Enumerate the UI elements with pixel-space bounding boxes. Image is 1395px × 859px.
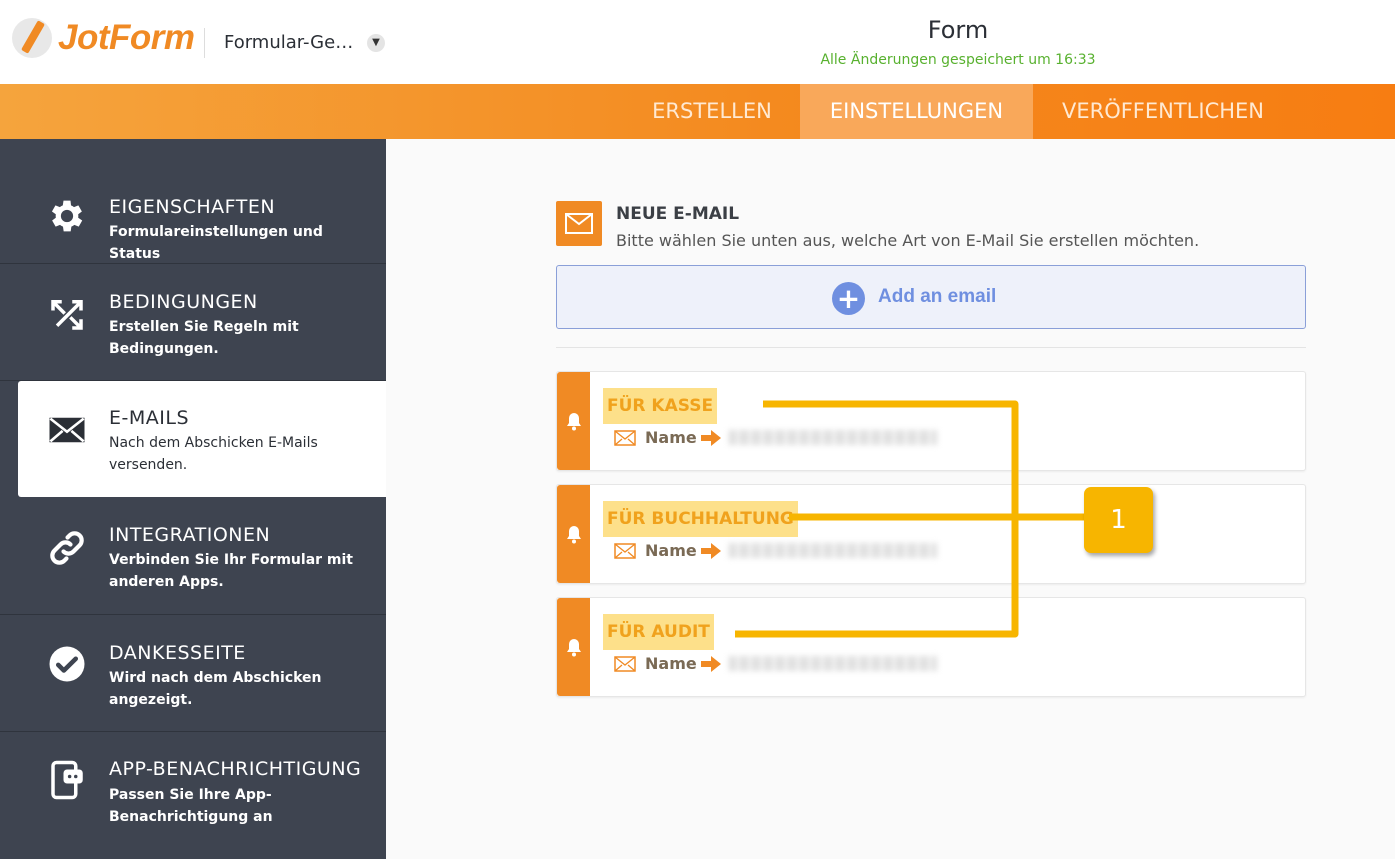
conditions-icon (51, 300, 83, 330)
sidebar-item-app-benachrichtigung[interactable]: APP-BENACHRICHTIGUNG Passen Sie Ihre App… (0, 732, 386, 859)
logo-pencil-icon (12, 18, 52, 58)
settings-sidebar: EIGENSCHAFTEN Formulareinstellungen und … (0, 139, 386, 859)
sidebar-item-desc: Verbinden Sie Ihr Formular mit anderen A… (109, 552, 353, 590)
sidebar-item-integrationen[interactable]: INTEGRATIONEN Verbinden Sie Ihr Formular… (0, 497, 386, 615)
sidebar-item-bedingungen[interactable]: BEDINGUNGEN Erstellen Sie Regeln mit Bed… (0, 264, 386, 381)
top-header: JotForm Formular-Ge… ▼ Form Alle Änderun… (0, 0, 1395, 84)
email-title[interactable]: FÜR BUCHHALTUNG (603, 501, 798, 537)
divider (556, 347, 1306, 348)
mail-icon (614, 543, 636, 559)
new-email-subtitle: Bitte wählen Sie unten aus, welche Art v… (616, 231, 1200, 250)
jotform-logo[interactable]: JotForm (12, 18, 195, 58)
arrow-right-icon (701, 543, 721, 559)
envelope-icon (49, 417, 85, 443)
tab-einstellungen[interactable]: EINSTELLUNGEN (800, 84, 1033, 139)
email-title[interactable]: FÜR AUDIT (603, 614, 714, 650)
sidebar-item-emails[interactable]: E-MAILS Nach dem Abschicken E-Mails vers… (18, 381, 386, 497)
email-recipient-redacted (729, 543, 937, 558)
main-nav: ERSTELLEN EINSTELLUNGEN VERÖFFENTLICHEN (0, 84, 1395, 139)
sidebar-item-eigenschaften[interactable]: EIGENSCHAFTEN Formulareinstellungen und … (0, 139, 386, 264)
chevron-down-icon[interactable]: ▼ (367, 34, 385, 52)
bell-icon (567, 639, 581, 657)
new-email-title: NEUE E-MAIL (616, 204, 740, 224)
sidebar-item-title: APP-BENACHRICHTIGUNG (109, 758, 362, 780)
page-title: Form (927, 16, 989, 44)
tab-erstellen[interactable]: ERSTELLEN (624, 84, 800, 139)
add-email-label: Add an email (878, 286, 997, 307)
sidebar-item-desc: Formulareinstellungen und Status (109, 224, 323, 262)
arrow-right-icon (701, 430, 721, 446)
email-card[interactable]: FÜR KASSE Name (556, 371, 1306, 471)
sidebar-item-title: BEDINGUNGEN (109, 291, 258, 313)
mail-icon (614, 430, 636, 446)
save-status: Alle Änderungen gespeichert um 16:33 (820, 52, 1096, 68)
email-recipient-redacted (729, 430, 937, 445)
sidebar-item-desc: Erstellen Sie Regeln mit Bedingungen. (109, 319, 299, 357)
new-email-envelope-icon (556, 201, 602, 246)
bell-icon (567, 413, 581, 431)
sidebar-item-desc: Wird nach dem Abschicken angezeigt. (109, 670, 322, 708)
sidebar-item-title: EIGENSCHAFTEN (109, 196, 276, 218)
sidebar-item-title: INTEGRATIONEN (109, 524, 271, 546)
bell-icon (567, 526, 581, 544)
email-card[interactable]: FÜR AUDIT Name (556, 597, 1306, 697)
gear-icon (51, 200, 83, 232)
email-from-label: Name (645, 428, 697, 447)
sidebar-item-desc: Passen Sie Ihre App-Benachrichtigung an (109, 787, 273, 825)
email-title[interactable]: FÜR KASSE (603, 388, 718, 424)
sidebar-item-dankesseite[interactable]: DANKESSEITE Wird nach dem Abschicken ang… (0, 615, 386, 732)
annotation-callout: 1 (1084, 487, 1153, 553)
add-email-button[interactable]: + Add an email (556, 265, 1306, 329)
sidebar-item-title: E-MAILS (109, 407, 190, 429)
plus-icon: + (832, 282, 865, 315)
link-icon (50, 531, 84, 565)
sidebar-item-title: DANKESSEITE (109, 642, 246, 664)
mail-icon (614, 656, 636, 672)
arrow-right-icon (701, 656, 721, 672)
email-from-label: Name (645, 541, 697, 560)
email-from-label: Name (645, 654, 697, 673)
app-notification-icon (51, 760, 83, 800)
email-card[interactable]: FÜR BUCHHALTUNG Name (556, 484, 1306, 584)
card-strip (557, 598, 590, 696)
logo-text: JotForm (58, 18, 195, 57)
form-selector[interactable]: Formular-Ge… (224, 32, 353, 53)
sidebar-item-desc: Nach dem Abschicken E-Mails versenden. (109, 435, 318, 473)
tab-veroeffentlichen[interactable]: VERÖFFENTLICHEN (1033, 84, 1293, 139)
header-divider (204, 28, 205, 58)
card-strip (557, 372, 590, 470)
card-strip (557, 485, 590, 583)
check-circle-icon (49, 646, 85, 682)
email-recipient-redacted (729, 656, 937, 671)
